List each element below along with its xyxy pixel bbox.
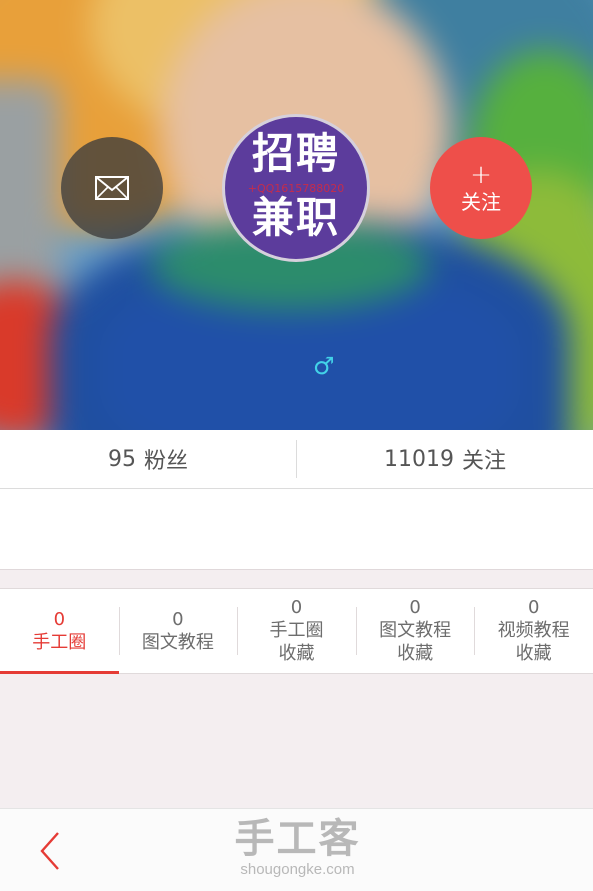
logo-chinese-text: 手工客	[234, 816, 361, 862]
tab-count: 0	[527, 597, 540, 618]
avatar[interactable]: 招聘 +QQ1615788020 兼职	[222, 114, 370, 262]
fans-stat[interactable]: 95 粉丝	[0, 430, 296, 488]
avatar-text-line2: 兼职	[251, 193, 340, 242]
tab-label: 手工圈 收藏	[269, 620, 324, 664]
tab-count: 0	[172, 608, 184, 630]
following-count: 11019	[383, 446, 454, 472]
follow-label: 关注	[461, 190, 501, 214]
envelope-icon	[95, 176, 129, 200]
profile-header: 招聘 +QQ1615788020 兼职 + 关注 ♂	[0, 0, 593, 430]
tab-count: 0	[409, 597, 421, 618]
site-logo: 手工客 shougongke.com	[220, 817, 375, 879]
back-button[interactable]	[32, 829, 72, 873]
tab-video-favorites[interactable]: 0 视频教程 收藏	[474, 589, 593, 673]
tab-circle-favorites[interactable]: 0 手工圈 收藏	[237, 589, 356, 673]
following-label: 关注	[461, 449, 506, 474]
content-tabs: 0 手工圈 0 图文教程 0 手工圈 收藏 0 图文教程 收藏 0 视频教程 收…	[0, 588, 593, 674]
tab-handcraft-circle[interactable]: 0 手工圈	[0, 589, 119, 674]
bio-area	[0, 489, 593, 570]
message-button[interactable]	[61, 137, 163, 239]
tab-tutorial-favorites[interactable]: 0 图文教程 收藏	[355, 589, 475, 673]
plus-icon: +	[470, 160, 492, 190]
following-stat[interactable]: 11019 关注	[297, 430, 593, 488]
fans-count: 95	[107, 446, 136, 472]
avatar-text-line1: 招聘	[251, 129, 340, 178]
tab-label: 图文教程	[141, 631, 214, 653]
tab-label: 图文教程 收藏	[379, 620, 452, 664]
male-gender-icon: ♂	[313, 352, 335, 380]
tab-count: 0	[290, 597, 303, 618]
tab-label: 手工圈	[32, 631, 87, 653]
chevron-left-icon	[40, 832, 59, 870]
follow-button[interactable]: + 关注	[430, 137, 532, 239]
tab-label: 视频教程 收藏	[497, 620, 570, 664]
tab-count: 0	[53, 608, 66, 630]
fans-label: 粉丝	[143, 449, 188, 474]
bottom-bar: 手工客 shougongke.com	[0, 808, 593, 891]
stats-bar: 95 粉丝 11019 关注	[0, 430, 593, 489]
tab-tutorials[interactable]: 0 图文教程	[118, 589, 238, 673]
logo-domain-text: shougongke.com	[240, 861, 355, 878]
